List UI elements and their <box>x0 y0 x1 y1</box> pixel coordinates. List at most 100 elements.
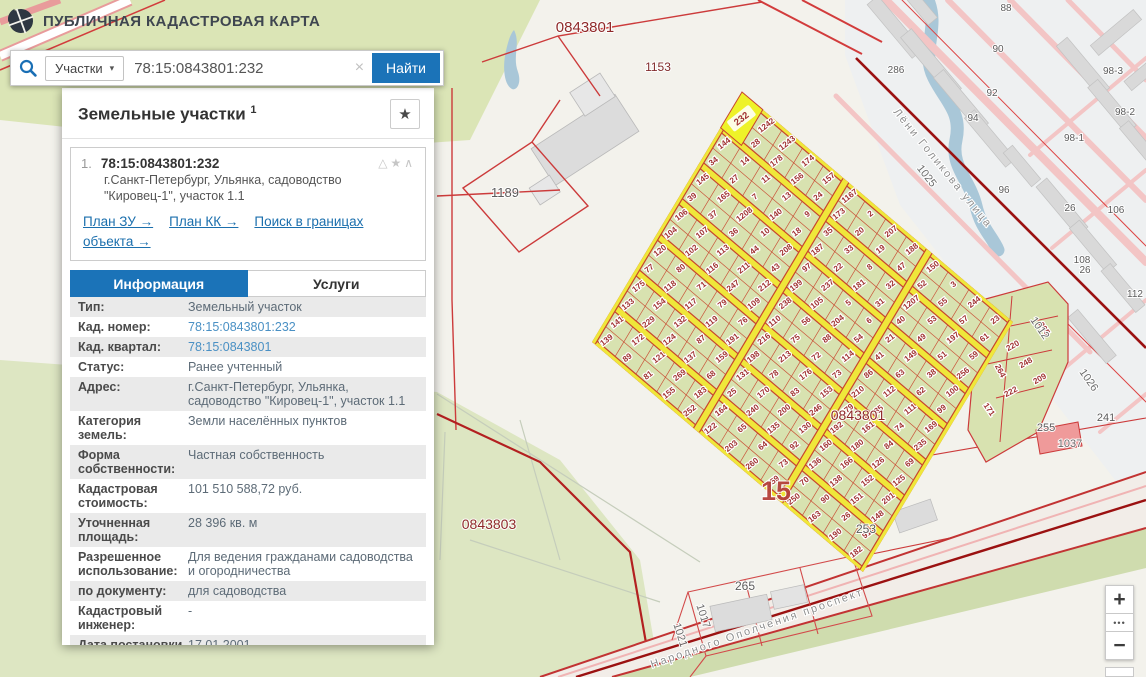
map-label: 106 <box>1108 205 1125 216</box>
info-row: Категория земель:Земли населённых пункто… <box>70 411 426 445</box>
info-row-label: Разрешенное использование: <box>70 550 188 578</box>
tab-services[interactable]: Услуги <box>248 270 427 297</box>
info-row-value: Земельный участок <box>188 300 426 314</box>
zoom-more-button[interactable]: ••• <box>1105 614 1134 631</box>
favorites-button[interactable]: ★ <box>390 99 420 129</box>
results-panel: Земельные участки 1 ★ 1. 78:15:0843801:2… <box>62 88 434 645</box>
info-row-value: для садоводства <box>188 584 426 598</box>
star-icon: ★ <box>398 105 411 123</box>
search-icon <box>19 59 37 77</box>
info-row: Кадастровый инженер:- <box>70 601 426 635</box>
panel-title-sup: 1 <box>250 104 256 116</box>
info-row-value: г.Санкт-Петербург, Ульянка, садоводство … <box>188 380 426 408</box>
app-header: ПУБЛИЧНАЯ КАДАСТРОВАЯ КАРТА <box>8 8 320 34</box>
info-row-value: - <box>188 604 426 632</box>
star-icon[interactable]: ★ <box>390 156 404 170</box>
tab-bar: Информация Услуги <box>70 270 426 297</box>
result-links: План ЗУ →План КК →Поиск в границах объек… <box>83 212 415 251</box>
map-label: 96 <box>998 185 1010 196</box>
info-row-value-link[interactable]: 78:15:0843801 <box>188 340 426 354</box>
map-label: 98-3 <box>1103 66 1123 77</box>
map-label: 26 <box>1064 203 1076 214</box>
search-input[interactable] <box>132 59 347 78</box>
map-label: 255 <box>1037 422 1055 434</box>
result-address: г.Санкт-Петербург, Ульянка, садоводство … <box>104 173 374 204</box>
result-card-icons: △★∧ <box>378 156 416 170</box>
map-label: 92 <box>986 88 998 99</box>
info-row-value: Для ведения гражданами садоводства и ого… <box>188 550 426 578</box>
info-row-label: Адрес: <box>70 380 188 408</box>
map-label: 112 <box>1127 289 1143 300</box>
info-row: Дата постановки на учет:17.01.2001 <box>70 635 426 645</box>
link-plan-kk[interactable]: План КК → <box>169 214 238 229</box>
page-title: ПУБЛИЧНАЯ КАДАСТРОВАЯ КАРТА <box>43 13 320 30</box>
info-row-label: Статус: <box>70 360 188 374</box>
map-label: 1037 <box>1058 438 1082 450</box>
chevron-down-icon: ▾ <box>110 63 115 74</box>
info-row-label: по документу: <box>70 584 188 598</box>
warning-icon[interactable]: △ <box>378 156 390 170</box>
info-row: Статус:Ранее учтенный <box>70 357 426 377</box>
map-label: 265 <box>735 579 755 593</box>
map-label: 98-1 <box>1064 133 1084 144</box>
map-label: 1189 <box>491 185 519 200</box>
partial-widget[interactable] <box>1105 667 1134 677</box>
map-label: 90 <box>992 44 1004 55</box>
tab-information[interactable]: Информация <box>70 270 248 297</box>
info-row-label: Кадастровый инженер: <box>70 604 188 632</box>
map-label: 1153 <box>645 60 671 74</box>
map-label: 0843801 <box>556 19 614 36</box>
info-row: Разрешенное использование:Для ведения гр… <box>70 547 426 581</box>
info-table: Тип:Земельный участокКад. номер:78:15:08… <box>70 297 426 645</box>
map-label: 253 <box>856 522 876 536</box>
zoom-out-button[interactable]: − <box>1105 631 1134 660</box>
info-row-value: Земли населённых пунктов <box>188 414 426 442</box>
collapse-icon[interactable]: ∧ <box>404 156 416 170</box>
info-row-label: Тип: <box>70 300 188 314</box>
search-bar: Участки ▾ × Найти <box>10 50 444 86</box>
info-row-value: 28 396 кв. м <box>188 516 426 544</box>
clear-search-icon[interactable]: × <box>347 59 372 77</box>
zoom-control: + ••• − <box>1105 585 1134 660</box>
info-row-value: 17.01.2001 <box>188 638 426 645</box>
info-row-label: Кад. квартал: <box>70 340 188 354</box>
link-plan-zu[interactable]: План ЗУ → <box>83 214 153 229</box>
info-row: Кадастровая стоимость:101 510 588,72 руб… <box>70 479 426 513</box>
result-card[interactable]: 1. 78:15:0843801:232 г.Санкт-Петербург, … <box>70 147 426 261</box>
zoom-in-button[interactable]: + <box>1105 585 1134 614</box>
map-label: 98-2 <box>1115 107 1135 118</box>
map-label: 15 <box>761 476 791 506</box>
map-label: 26 <box>1079 265 1091 276</box>
search-category-dropdown[interactable]: Участки ▾ <box>45 56 124 81</box>
search-submit-button[interactable]: Найти <box>372 53 440 83</box>
info-row-label: Кадастровая стоимость: <box>70 482 188 510</box>
info-row: Тип:Земельный участок <box>70 297 426 317</box>
map-label: 241 <box>1097 412 1115 424</box>
info-row: Уточненная площадь:28 396 кв. м <box>70 513 426 547</box>
map-label: 88 <box>1000 3 1012 14</box>
result-cad-number: 78:15:0843801:232 <box>101 156 220 171</box>
result-index: 1. <box>81 156 92 171</box>
map-label: 286 <box>888 65 905 76</box>
map-label: 0843803 <box>462 516 517 532</box>
info-row-label: Форма собственности: <box>70 448 188 476</box>
info-row: Кад. номер:78:15:0843801:232 <box>70 317 426 337</box>
info-row: Форма собственности:Частная собственност… <box>70 445 426 479</box>
info-row-label: Дата постановки на учет: <box>70 638 188 645</box>
search-category-label: Участки <box>55 61 103 76</box>
info-row-value: Частная собственность <box>188 448 426 476</box>
map-label: 94 <box>967 113 979 124</box>
info-row-value: Ранее учтенный <box>188 360 426 374</box>
info-row-label: Уточненная площадь: <box>70 516 188 544</box>
info-row: по документу:для садоводства <box>70 581 426 601</box>
panel-header: Земельные участки 1 ★ <box>62 88 434 139</box>
map-label: 0843801 <box>831 407 886 423</box>
info-row: Адрес:г.Санкт-Петербург, Ульянка, садово… <box>70 377 426 411</box>
info-row-label: Категория земель: <box>70 414 188 442</box>
info-row-value-link[interactable]: 78:15:0843801:232 <box>188 320 426 334</box>
info-row-label: Кад. номер: <box>70 320 188 334</box>
app-logo-icon <box>8 8 34 34</box>
info-row-value: 101 510 588,72 руб. <box>188 482 426 510</box>
panel-title: Земельные участки 1 <box>78 104 257 125</box>
info-row: Кад. квартал:78:15:0843801 <box>70 337 426 357</box>
